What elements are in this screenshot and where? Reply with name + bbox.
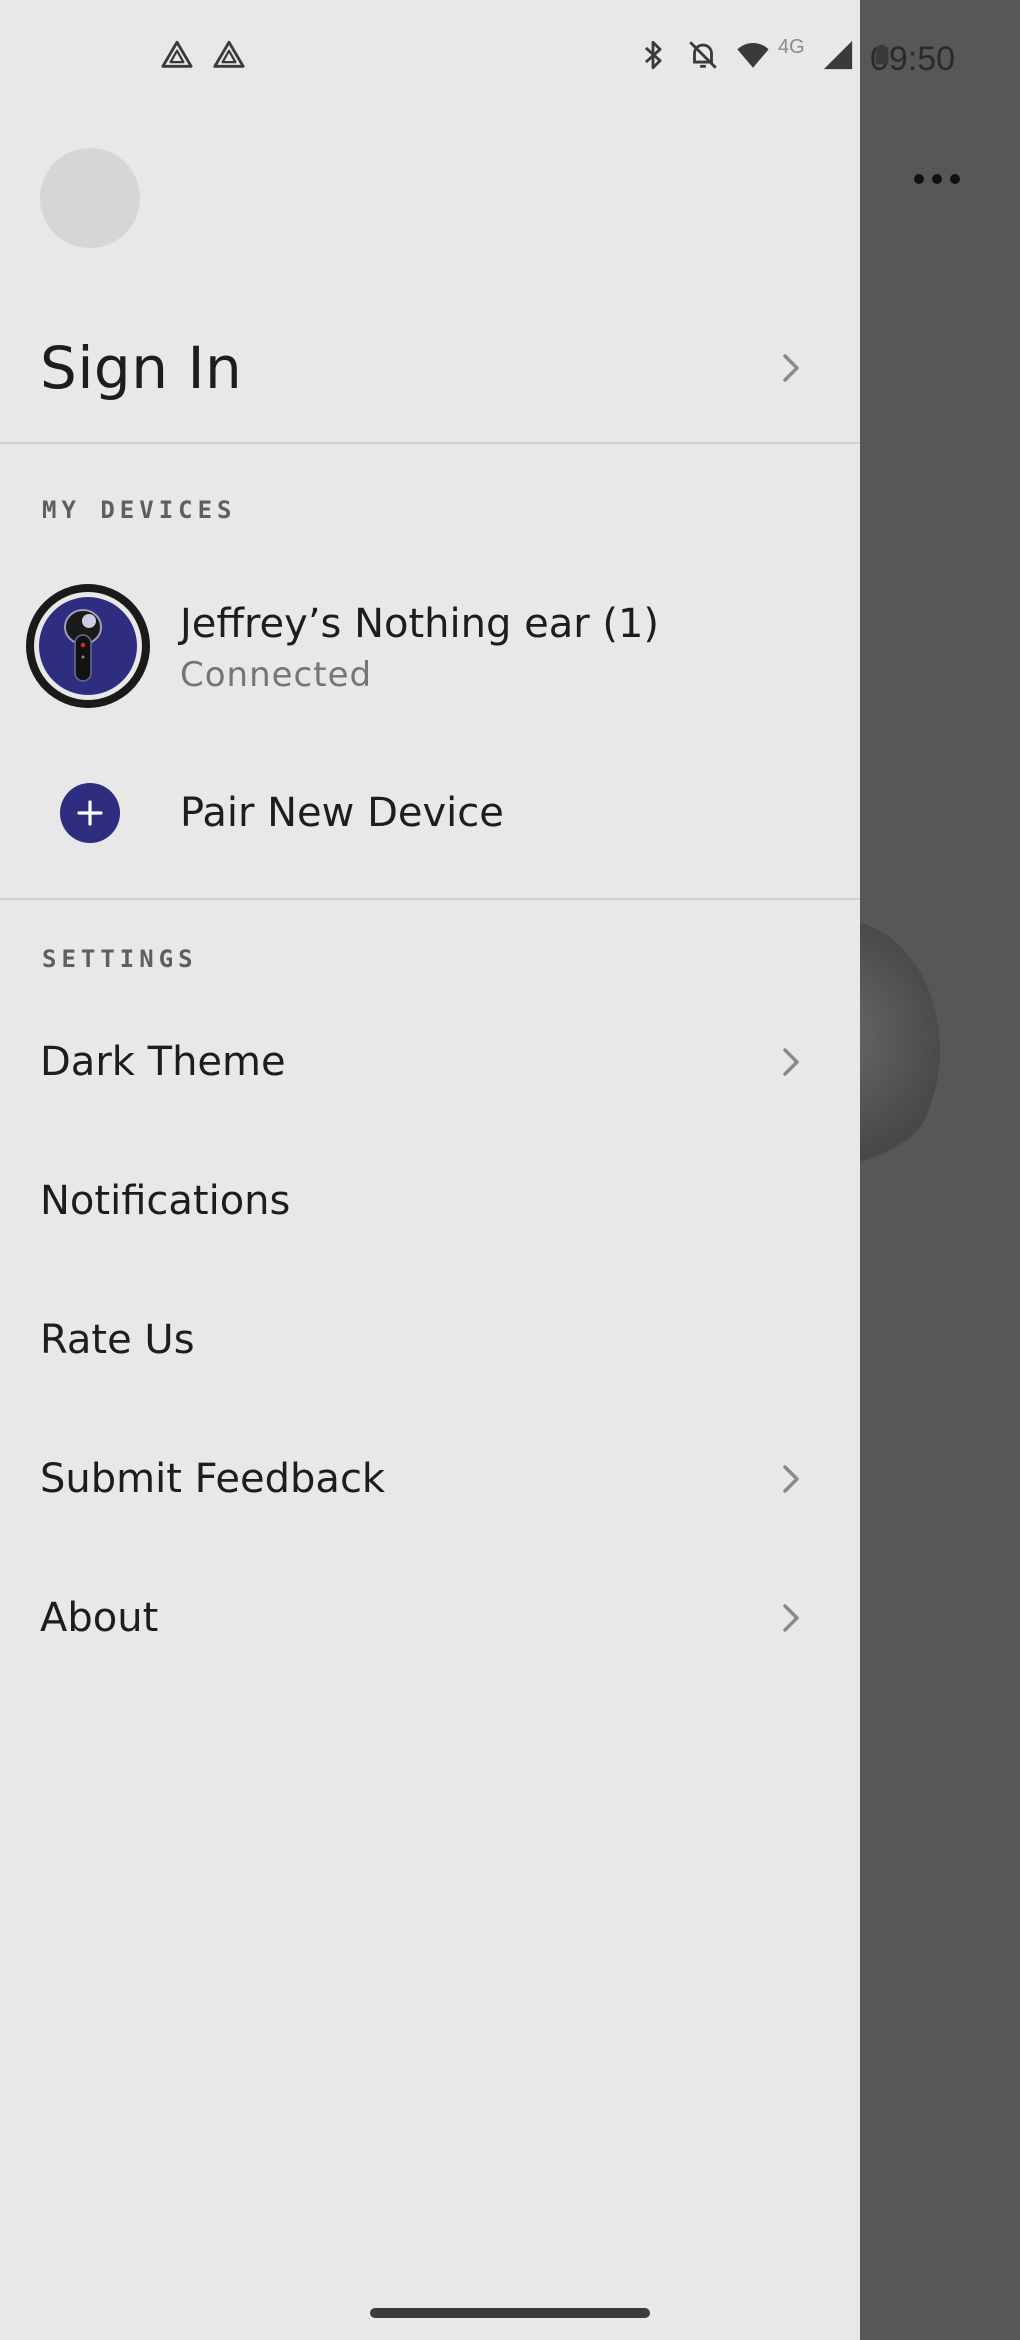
sign-in-row[interactable]: Sign In [0,318,860,418]
bell-off-icon [689,41,717,69]
status-bar: 4G [0,34,889,84]
drive-icon [213,40,245,68]
device-status: Connected [180,655,373,695]
pair-new-device-row[interactable]: Pair New Device [0,766,860,860]
more-options-icon[interactable] [914,166,964,194]
wifi-icon [737,42,769,68]
chevron-right-icon [783,1604,799,1632]
setting-item-label: Rate Us [40,1317,195,1363]
navigation-drawer: 4G Sign In MY DEVICES Jeffrey’s Nothing … [0,0,889,2340]
my-devices-header: MY DEVICES [42,496,237,524]
pair-new-device-label: Pair New Device [180,790,504,836]
setting-item-notifications[interactable]: Notifications [0,1151,860,1251]
divider [0,898,860,900]
setting-item-dark-theme[interactable]: Dark Theme [0,1012,860,1112]
sign-in-label: Sign In [40,334,243,402]
battery-icon [875,44,889,65]
setting-item-label: Submit Feedback [40,1456,386,1502]
setting-item-submit-feedback[interactable]: Submit Feedback [0,1429,860,1529]
setting-item-rate-us[interactable]: Rate Us [0,1290,860,1390]
plus-icon [60,783,120,843]
setting-item-label: About [40,1595,159,1641]
drive-icon [161,40,193,68]
home-indicator[interactable] [370,2308,650,2318]
screen: 09:50 4G Sign In MY DEVICES Jeffrey’s No… [0,0,1020,2340]
network-type-label: 4G [778,35,805,58]
user-avatar[interactable] [40,148,140,248]
chevron-right-icon [783,354,799,382]
chevron-right-icon [783,1048,799,1076]
device-info: Jeffrey’s Nothing ear (1) Connected [180,598,659,700]
settings-header: SETTINGS [42,945,198,973]
cell-signal-icon [823,40,852,70]
setting-item-label: Dark Theme [40,1039,286,1085]
earbud-icon [64,609,102,682]
divider [0,442,860,444]
device-name: Jeffrey’s Nothing ear (1) [180,601,660,647]
device-avatar [26,584,150,708]
setting-item-label: Notifications [40,1178,291,1224]
chevron-right-icon [783,1465,799,1493]
device-row[interactable]: Jeffrey’s Nothing ear (1) Connected [0,578,860,718]
setting-item-about[interactable]: About [0,1568,860,1668]
bluetooth-icon [644,40,662,70]
